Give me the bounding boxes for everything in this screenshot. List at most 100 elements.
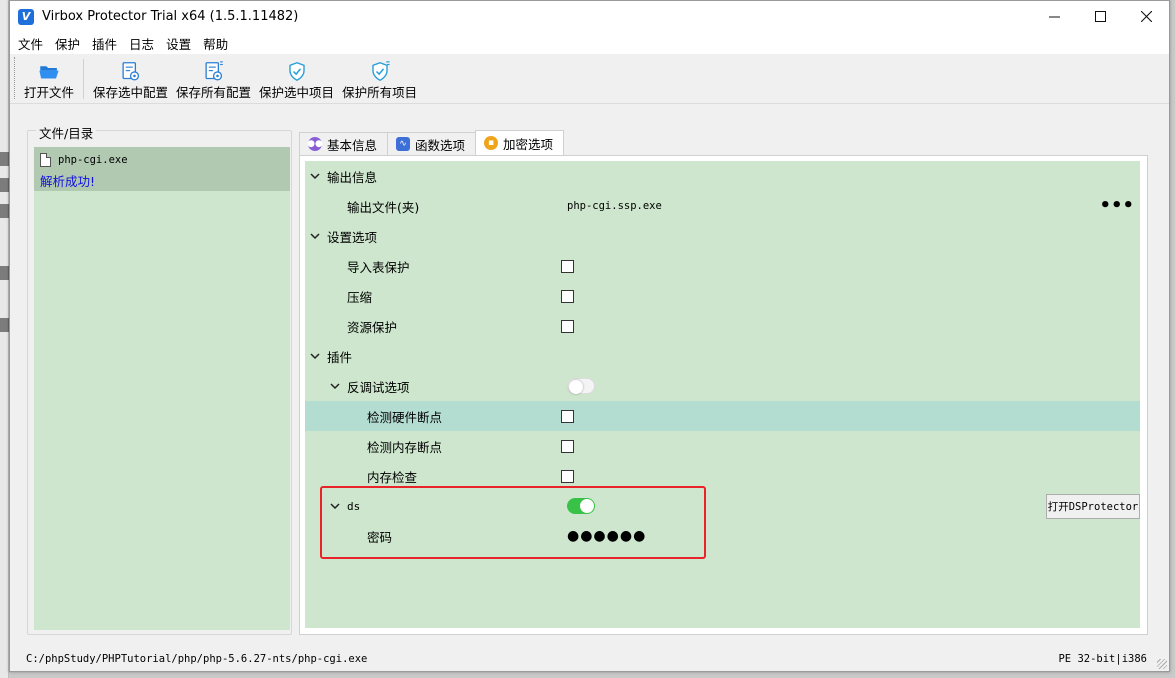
menu-plugins[interactable]: 插件 xyxy=(86,34,123,53)
section-settings-label: 设置选项 xyxy=(327,229,378,245)
save-all-config-label: 保存所有配置 xyxy=(176,85,252,100)
protect-selected-button[interactable]: 保护选中项目 xyxy=(255,57,338,103)
menu-log[interactable]: 日志 xyxy=(123,34,160,53)
password-label: 密码 xyxy=(367,529,393,545)
app-window: V Virbox Protector Trial x64 (1.5.1.1148… xyxy=(9,0,1170,672)
ds-toggle[interactable] xyxy=(567,498,595,514)
open-file-button[interactable]: 打开文件 xyxy=(20,57,78,103)
save-selected-config-label: 保存选中配置 xyxy=(93,85,169,100)
ds-row[interactable]: ds 打开DSProtector xyxy=(305,491,1140,521)
menu-protect[interactable]: 保护 xyxy=(49,34,86,53)
background-text-fragment xyxy=(0,266,9,280)
save-selected-config-button[interactable]: 保存选中配置 xyxy=(89,57,172,103)
section-plugins[interactable]: 插件 xyxy=(305,341,1140,371)
import-table-protect-checkbox[interactable] xyxy=(561,259,574,273)
chevron-down-icon[interactable] xyxy=(328,379,342,393)
info-bubble-icon: ●● xyxy=(307,137,323,151)
mem-breakpoint-checkbox[interactable] xyxy=(561,439,574,453)
tab-encryption-options[interactable]: ▪ 加密选项 xyxy=(475,130,565,155)
toolbar-grip[interactable] xyxy=(14,57,17,99)
tab-basic-info-label: 基本信息 xyxy=(327,137,378,153)
toggle-knob xyxy=(580,499,594,513)
open-file-label: 打开文件 xyxy=(24,85,75,100)
options-tabs: ●● 基本信息 ∿ 函数选项 ▪ 加密选项 xyxy=(299,130,565,155)
toolbar: 打开文件 保存选中配置 保存所有配置 保护选中项目 保护所有项目 xyxy=(10,54,1169,104)
import-table-protect-row: 导入表保护 xyxy=(305,251,1140,281)
save-all-config-button[interactable]: 保存所有配置 xyxy=(172,57,255,103)
menu-help[interactable]: 帮助 xyxy=(197,34,234,53)
hw-breakpoint-label: 检测硬件断点 xyxy=(367,409,443,425)
maximize-button[interactable] xyxy=(1077,1,1123,32)
mem-breakpoint-label: 检测内存断点 xyxy=(367,439,443,455)
chevron-down-icon[interactable] xyxy=(308,229,322,243)
tab-function-options-label: 函数选项 xyxy=(415,137,466,153)
tab-encryption-options-label: 加密选项 xyxy=(503,136,554,152)
parse-status: 解析成功! xyxy=(40,174,96,189)
minimize-icon xyxy=(1048,16,1060,18)
file-directory-group: 文件/目录 php-cgi.exe 解析成功! xyxy=(27,123,292,635)
lock-icon: ▪ xyxy=(484,136,499,150)
more-options-icon[interactable]: ••• xyxy=(1099,197,1134,215)
folder-open-icon xyxy=(39,66,59,79)
mem-check-row: 内存检查 xyxy=(305,461,1140,491)
section-output-info[interactable]: 输出信息 xyxy=(305,161,1140,191)
file-list[interactable]: php-cgi.exe 解析成功! xyxy=(34,147,290,630)
background-text-fragment xyxy=(0,204,9,218)
file-name: php-cgi.exe xyxy=(58,154,128,166)
import-table-protect-label: 导入表保护 xyxy=(347,259,410,275)
toolbar-separator xyxy=(83,59,85,99)
protect-all-button[interactable]: 保护所有项目 xyxy=(338,57,421,103)
config-gear-all-icon xyxy=(205,61,223,81)
background-window-strip xyxy=(0,0,9,678)
shield-check-all-icon xyxy=(371,61,390,82)
resize-grip[interactable] xyxy=(1157,659,1167,669)
section-output-info-label: 输出信息 xyxy=(327,169,378,185)
resource-protect-checkbox[interactable] xyxy=(561,319,574,333)
status-bar: C:/phpStudy/PHPTutorial/php/php-5.6.27-n… xyxy=(10,647,1169,671)
hw-breakpoint-checkbox[interactable] xyxy=(561,409,574,423)
background-text-fragment xyxy=(0,178,9,192)
protect-selected-label: 保护选中项目 xyxy=(259,85,335,100)
menu-settings[interactable]: 设置 xyxy=(160,34,197,53)
config-gear-icon xyxy=(121,62,139,81)
file-entry: php-cgi.exe xyxy=(40,151,284,169)
anti-debug-toggle[interactable] xyxy=(567,378,595,394)
title-bar[interactable]: V Virbox Protector Trial x64 (1.5.1.1148… xyxy=(10,1,1169,32)
anti-debug-label: 反调试选项 xyxy=(347,379,410,395)
compress-checkbox[interactable] xyxy=(561,289,574,303)
password-field[interactable]: ●●●●●● xyxy=(567,528,646,544)
tab-basic-info[interactable]: ●● 基本信息 xyxy=(299,132,389,155)
hw-breakpoint-row: 检测硬件断点 xyxy=(305,401,1140,431)
window-controls xyxy=(1031,1,1169,32)
background-text-fragment xyxy=(0,152,9,166)
compress-row: 压缩 xyxy=(305,281,1140,311)
window-title: Virbox Protector Trial x64 (1.5.1.11482) xyxy=(42,9,299,24)
chevron-down-icon[interactable] xyxy=(308,169,322,183)
shield-check-icon xyxy=(288,62,305,82)
compress-label: 压缩 xyxy=(347,289,373,305)
close-icon xyxy=(1140,11,1152,22)
maximize-icon xyxy=(1094,11,1106,22)
open-dsprotector-button[interactable]: 打开DSProtector xyxy=(1046,493,1140,519)
section-settings[interactable]: 设置选项 xyxy=(305,221,1140,251)
file-list-item[interactable]: php-cgi.exe 解析成功! xyxy=(34,147,290,191)
chevron-down-icon[interactable] xyxy=(308,349,322,363)
app-logo-icon: V xyxy=(18,8,34,25)
mem-check-checkbox[interactable] xyxy=(561,469,574,483)
protect-all-label: 保护所有项目 xyxy=(342,85,418,100)
menu-bar: 文件 保护 插件 日志 设置 帮助 xyxy=(10,32,1169,54)
output-file-value[interactable]: php-cgi.ssp.exe xyxy=(567,200,662,212)
password-row: 密码 ●●●●●● xyxy=(305,521,1140,551)
chevron-down-icon[interactable] xyxy=(328,499,342,513)
mem-breakpoint-row: 检测内存断点 xyxy=(305,431,1140,461)
background-text-fragment xyxy=(0,318,9,332)
status-architecture: PE 32-bit|i386 xyxy=(1058,653,1147,665)
output-file-row[interactable]: 输出文件(夹) php-cgi.ssp.exe ••• xyxy=(305,191,1140,221)
tab-function-options[interactable]: ∿ 函数选项 xyxy=(387,132,477,155)
menu-file[interactable]: 文件 xyxy=(12,34,49,53)
anti-debug-row[interactable]: 反调试选项 xyxy=(305,371,1140,401)
resource-protect-label: 资源保护 xyxy=(347,319,398,335)
status-file-path: C:/phpStudy/PHPTutorial/php/php-5.6.27-n… xyxy=(26,653,368,665)
minimize-button[interactable] xyxy=(1031,1,1077,32)
close-button[interactable] xyxy=(1123,1,1169,32)
